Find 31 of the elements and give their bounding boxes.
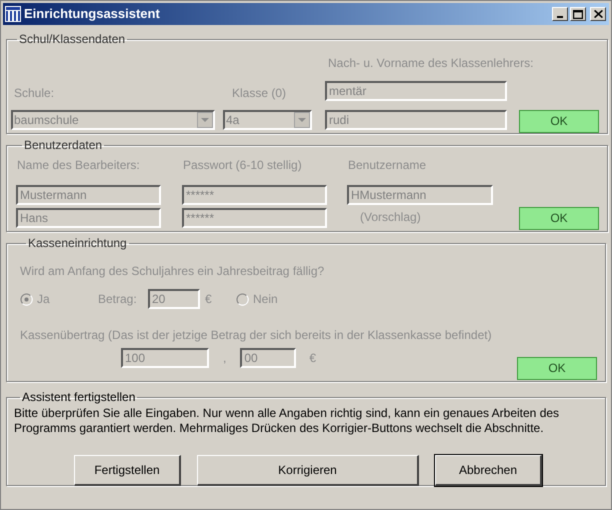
maximize-icon xyxy=(573,10,583,18)
maximize-button[interactable] xyxy=(570,7,586,21)
teacher-label: Nach- u. Vorname des Klassenlehrers: xyxy=(327,55,534,72)
editor-name-label: Name des Bearbeiters: xyxy=(16,157,141,174)
carry-currency-label: € xyxy=(309,350,316,367)
window-title: Einrichtungsassistent xyxy=(24,5,161,24)
dialog-button[interactable]: Abbrechen xyxy=(435,455,542,486)
close-icon xyxy=(594,10,602,18)
school-label: Schule: xyxy=(13,85,56,102)
annual-fee-question: Wird am Anfang des Schuljahres ein Jahresbeitrag fällig? xyxy=(20,263,326,280)
carry-over-label: Kassenübertrag (Das ist der jetzige Betrag der sich bereits in der Klassenkasse befindet) xyxy=(20,327,493,344)
group-title: Benutzerdaten xyxy=(23,137,104,154)
yes-label: Ja xyxy=(37,291,51,308)
password-label: Passwort (6-10 stellig) xyxy=(182,157,303,174)
class-label: Klasse (0) xyxy=(231,85,288,102)
group-title: Kasseneinrichtung xyxy=(27,235,128,252)
no-label: Nein xyxy=(253,291,278,308)
instructions-text: Bitte überprüfen Sie alle Eingaben. Nur wenn alle Angaben richtig sind, kann ein genaues Arbeiten des Programms garantiert werden. Mehrmaliges Drücken des Korrigier-Buttons wechselt die Abschnitte. xyxy=(14,406,560,436)
group-title: Schul/Klassendaten xyxy=(18,31,126,48)
minimize-icon xyxy=(557,16,563,18)
currency-label: € xyxy=(205,291,213,308)
username-label: Benutzername xyxy=(347,157,428,174)
minimize-button[interactable] xyxy=(552,7,568,21)
decimal-separator: , xyxy=(223,350,226,367)
username-hint: (Vorschlag) xyxy=(359,209,422,226)
app-icon xyxy=(5,6,21,22)
dialog-button[interactable]: Korrigieren xyxy=(197,455,419,486)
group-title: Assistent fertigstellen xyxy=(21,389,136,406)
amount-label: Betrag: xyxy=(98,291,138,308)
close-button[interactable] xyxy=(590,7,606,21)
dialog-button[interactable]: Fertigstellen xyxy=(74,455,181,486)
